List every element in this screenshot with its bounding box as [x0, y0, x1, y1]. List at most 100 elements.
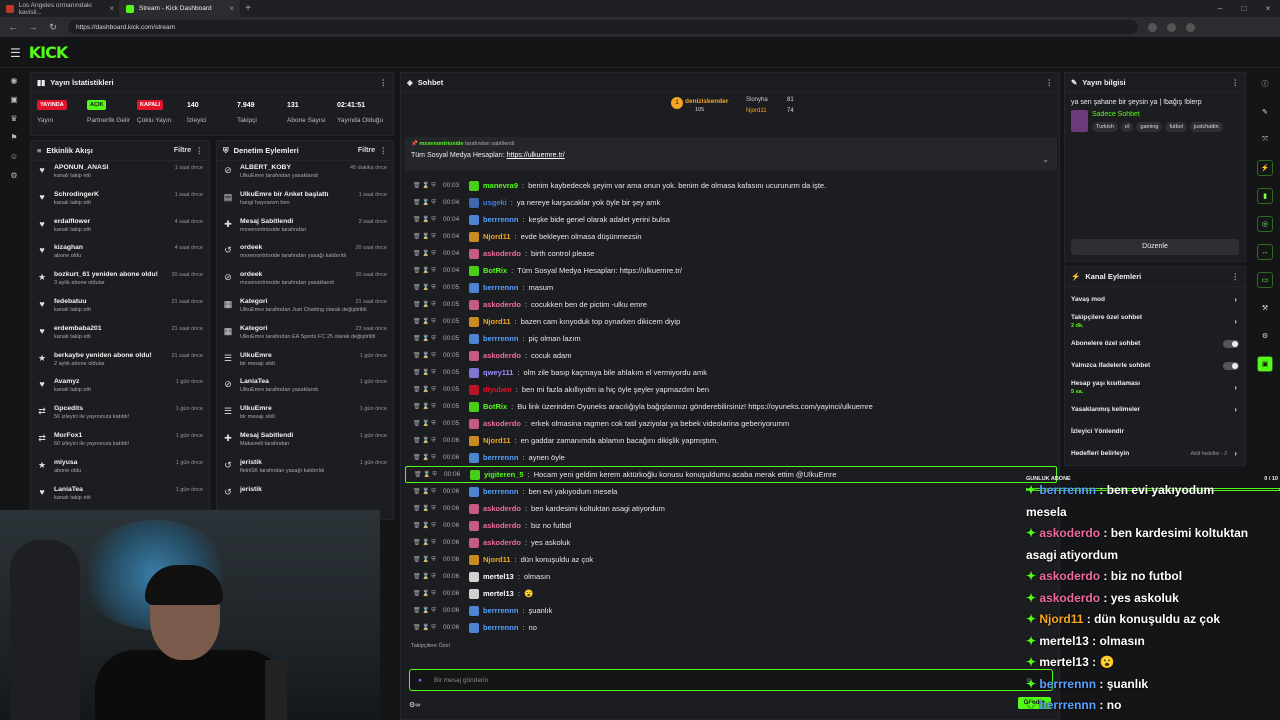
chat-message[interactable]: 🗑 ⌛ ⛨ 00:04 usgeki: ya nereye karşacaklar y… — [405, 194, 1057, 211]
message-user[interactable]: berrrennn — [483, 453, 518, 462]
message-user[interactable]: yigiteren_5 — [484, 470, 524, 479]
chat-message[interactable]: 🗑 ⌛ ⛨ 00:05 askoderdo: cocukken ben de pict… — [405, 296, 1057, 313]
community-icon[interactable]: ⚑ — [10, 133, 17, 142]
chat-message[interactable]: 🗑 ⌛ ⛨ 00:05 diyuben: ben mi fazla akıllıyıd… — [405, 381, 1057, 398]
chevron-right-icon[interactable]: › — [1234, 296, 1237, 304]
message-actions-icon[interactable]: 🗑 ⌛ ⛨ — [413, 420, 439, 428]
message-actions-icon[interactable]: 🗑 ⌛ ⛨ — [413, 454, 439, 462]
message-actions-icon[interactable]: 🗑 ⌛ ⛨ — [413, 182, 439, 190]
wrench-icon[interactable]: ⚒ — [1257, 300, 1273, 316]
chat-message[interactable]: 🗑 ⌛ ⛨ 00:04 berrrennn: keşke bide genel ola… — [405, 211, 1057, 228]
list-item[interactable]: ✚ Mesaj Sabitlendi mxxenontrioxide tarafın… — [217, 215, 393, 242]
menu-icon[interactable]: ☰ — [10, 46, 21, 60]
edit-button[interactable]: Düzenle — [1071, 239, 1239, 255]
message-actions-icon[interactable]: 🗑 ⌛ ⛨ — [413, 505, 439, 513]
chat-message[interactable]: 🗑 ⌛ ⛨ 00:06 askoderdo: ben kardesimi koltuk… — [405, 500, 1057, 517]
more-icon[interactable]: ⋮ — [1232, 78, 1240, 87]
chat-message[interactable]: 🗑 ⌛ ⛨ 00:04 Njord11: evde bekleyen olmasa d… — [405, 228, 1057, 245]
channel-action-item[interactable]: Takipçilere özel sohbet 2 dk. › — [1065, 311, 1245, 333]
message-actions-icon[interactable]: 🗑 ⌛ ⛨ — [413, 352, 439, 360]
message-actions-icon[interactable]: 🗑 ⌛ ⛨ — [413, 386, 439, 394]
mic-icon[interactable]: ● — [418, 677, 422, 684]
list-item[interactable]: ♥ SchrodingerK kanalı takip etti 1 saat önc… — [31, 188, 209, 215]
pinned-link[interactable]: https://ulkuemre.tr/ — [507, 152, 565, 159]
more-icon[interactable]: ⋮ — [380, 146, 388, 155]
message-actions-icon[interactable]: 🗑 ⌛ ⛨ — [413, 539, 439, 547]
minimize-icon[interactable]: – — [1208, 0, 1232, 17]
message-user[interactable]: askoderdo — [483, 504, 521, 513]
tag-chip[interactable]: ırl — [1120, 121, 1134, 132]
message-user[interactable]: mertel13 — [483, 572, 514, 581]
list-item[interactable]: ▦ Kategori UlkuEmre tarafından Just Chatti… — [217, 295, 393, 322]
message-user[interactable]: Njord11 — [483, 436, 511, 445]
mod-icon[interactable]: ▣ — [1257, 356, 1273, 372]
more-icon[interactable]: ⋮ — [1232, 272, 1240, 281]
chat-message[interactable]: 🗑 ⌛ ⛨ 00:05 qwey111: olm zile basıp kaçmaya… — [405, 364, 1057, 381]
chevron-right-icon[interactable]: › — [1234, 406, 1237, 414]
list-item[interactable]: ♥ erdembaba201 kanalı takip etti 21 saat ön… — [31, 322, 209, 349]
list-item[interactable]: ♥ LaniaTea kanalı takip etti 1 gün önce — [31, 483, 209, 510]
list-item[interactable]: ★ bozkurt_61 yeniden abone oldu! 3 aylık a… — [31, 268, 209, 295]
extension-icon[interactable] — [1167, 22, 1176, 32]
message-user[interactable]: usgeki — [483, 198, 507, 207]
clip-icon[interactable]: ▮ — [1257, 188, 1273, 204]
chat-message[interactable]: 🗑 ⌛ ⛨ 00:04 askoderdo: birth control please — [405, 245, 1057, 262]
message-user[interactable]: askoderdo — [483, 249, 521, 258]
new-tab-button[interactable]: + — [240, 3, 256, 14]
bolt-icon[interactable]: ⚡ — [1257, 160, 1273, 176]
message-user[interactable]: BotRix — [483, 266, 507, 275]
message-user[interactable]: berrrennn — [483, 606, 518, 615]
reload-icon[interactable]: ↻ — [48, 22, 58, 33]
back-icon[interactable]: ← — [8, 22, 18, 32]
tag-chip[interactable]: justchattin — [1189, 121, 1223, 132]
message-user[interactable]: Njord11 — [483, 555, 511, 564]
category-name[interactable]: Sadece Sohbet — [1092, 111, 1223, 118]
more-icon[interactable]: ⋮ — [380, 78, 388, 87]
message-actions-icon[interactable]: 🗑 ⌛ ⛨ — [413, 403, 439, 411]
more-icon[interactable]: ⋮ — [1046, 78, 1054, 87]
message-user[interactable]: askoderdo — [483, 351, 521, 360]
list-item[interactable]: ♥ Avamyz kanalı takip etti 1 gün önce — [31, 375, 209, 402]
message-actions-icon[interactable]: 🗑 ⌛ ⛨ — [413, 607, 439, 615]
list-item[interactable]: ♥ erdalflower kanalı takip etti 4 saat önce — [31, 215, 209, 242]
message-user[interactable]: askoderdo — [483, 538, 521, 547]
message-actions-icon[interactable]: 🗑 ⌛ ⛨ — [413, 216, 439, 224]
settings-icon[interactable]: ⚙ — [1257, 328, 1273, 344]
library-icon[interactable]: ▣ — [10, 95, 18, 104]
channel-action-item[interactable]: İzleyici Yönlendir — [1065, 421, 1245, 443]
list-item[interactable]: ☰ UlkuEmre bir mesajı sildi 1 gün önce — [217, 402, 393, 429]
message-actions-icon[interactable]: 🗑 ⌛ ⛨ — [413, 369, 439, 377]
list-item[interactable]: ⊘ LaniaTea UlkuEmre tarafından yasaklandı 1… — [217, 375, 393, 402]
tag-chip[interactable]: Turkish — [1092, 121, 1118, 132]
users-icon[interactable]: ☺ — [10, 152, 18, 161]
list-item[interactable]: ★ berkaybe yeniden abone oldu! 2 aylık abo… — [31, 349, 209, 376]
list-item[interactable]: ▦ Kategori UlkuEmre tarafından EA Sports F… — [217, 322, 393, 349]
chat-message[interactable]: 🗑 ⌛ ⛨ 00:06 Njord11: en gaddar zamanımda ab… — [405, 432, 1057, 449]
chat-message[interactable]: 🗑 ⌛ ⛨ 00:03 manevra9: benim kaybedecek şeyi… — [405, 177, 1057, 194]
message-actions-icon[interactable]: 🗑 ⌛ ⛨ — [413, 284, 439, 292]
chat-message[interactable]: 🗑 ⌛ ⛨ 00:04 BotRix: Tüm Sosyal Medya Hesapl… — [405, 262, 1057, 279]
channel-action-item[interactable]: Hedefleri belirleyin Aktif hedefler - 2 › — [1065, 443, 1245, 465]
chat-message[interactable]: 🗑 ⌛ ⛨ 00:05 Njord11: bazen cam kırıyoduk to… — [405, 313, 1057, 330]
message-actions-icon[interactable]: 🗑 ⌛ ⛨ — [413, 624, 439, 632]
message-user[interactable]: Njord11 — [483, 317, 511, 326]
chat-message[interactable]: 🗑 ⌛ ⛨ 00:06 berrrennn: no — [405, 619, 1057, 636]
chat-message[interactable]: 🗑 ⌛ ⛨ 00:05 berrrennn: masum — [405, 279, 1057, 296]
chat-message[interactable]: 🗑 ⌛ ⛨ 00:05 askoderdo: erkek olmasina ragme… — [405, 415, 1057, 432]
chevron-right-icon[interactable]: › — [1234, 384, 1237, 392]
list-item[interactable]: ⊘ ordeek mxxenontrioxide tarafından yasakl… — [217, 268, 393, 295]
chat-message[interactable]: 🗑 ⌛ ⛨ 00:06 askoderdo: yes askoluk — [405, 534, 1057, 551]
browser-tab-active[interactable]: Stream - Kick Dashboard × — [120, 0, 240, 17]
message-user[interactable]: manevra9 — [483, 181, 518, 190]
chat-message[interactable]: 🗑 ⌛ ⛨ 00:06 mertel13: 😮 — [405, 585, 1057, 602]
pinned-message[interactable]: 📌 mxxenontrioxide tarafından sabitlendi … — [405, 137, 1057, 171]
list-item[interactable]: ♥ fedebatuu kanalı takip etti 21 saat önce — [31, 295, 209, 322]
chevron-right-icon[interactable]: › — [1234, 318, 1237, 326]
message-actions-icon[interactable]: 🗑 ⌛ ⛨ — [413, 488, 439, 496]
message-user[interactable]: mertel13 — [483, 589, 514, 598]
chat-icon[interactable]: ◎ — [1257, 216, 1273, 232]
message-actions-icon[interactable]: 🗑 ⌛ ⛨ — [413, 233, 439, 241]
list-item[interactable]: ↺ jeristik — [217, 483, 393, 510]
message-user[interactable]: askoderdo — [483, 419, 521, 428]
message-actions-icon[interactable]: 🗑 ⌛ ⛨ — [413, 335, 439, 343]
